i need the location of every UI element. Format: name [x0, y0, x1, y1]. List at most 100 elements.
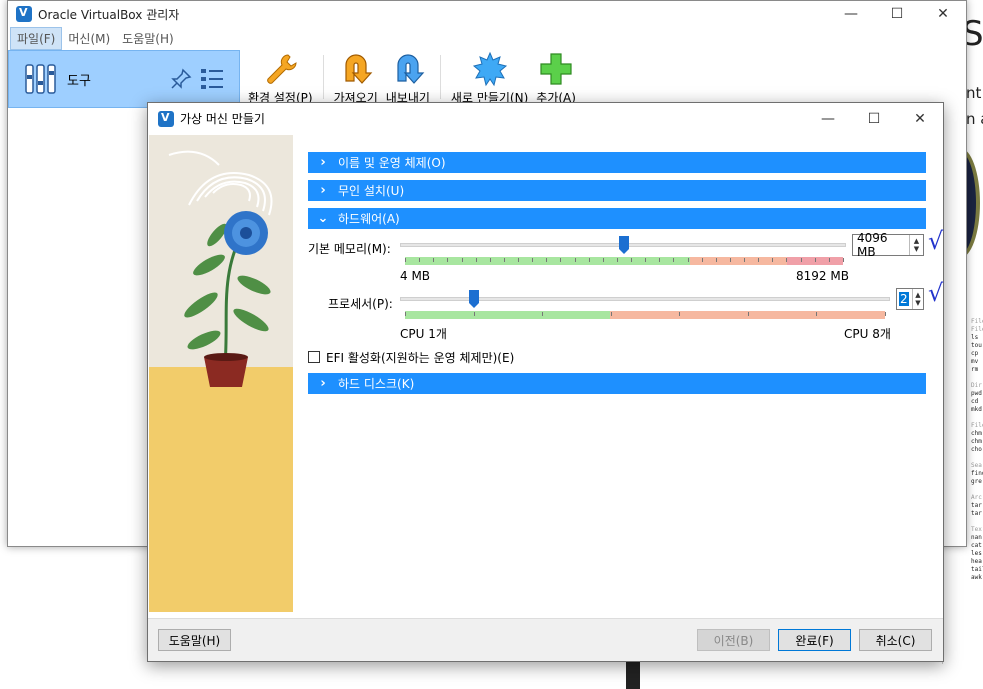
close-button[interactable]: ✕ [897, 103, 943, 134]
maximize-button[interactable]: ☐ [874, 1, 920, 27]
slider-tick [631, 258, 633, 262]
slider-tick [772, 258, 774, 262]
memory-slider-thumb[interactable] [618, 236, 629, 254]
new-vm-button[interactable]: 새로 만들기(N) [447, 51, 532, 107]
manager-titlebar: Oracle VirtualBox 관리자 — ☐ ✕ [8, 1, 966, 27]
add-button[interactable]: 추가(A) [532, 51, 580, 107]
menu-help[interactable]: 도움말(H) [116, 28, 180, 49]
slider-tick [473, 312, 475, 316]
export-button[interactable]: 내보내기 [382, 51, 434, 107]
chevron-right-icon: › [320, 376, 326, 391]
slider-tick [747, 312, 749, 316]
export-icon [397, 54, 425, 84]
slider-tick [419, 258, 421, 262]
back-button[interactable]: 이전(B) [697, 629, 770, 651]
annotation-check: √ [928, 227, 944, 255]
maximize-button[interactable]: ☐ [851, 103, 897, 134]
memory-spinbox[interactable]: 4096 MB ▲ ▼ [852, 231, 924, 259]
annotation-check: √ [928, 279, 944, 307]
tools-icon [25, 64, 56, 94]
section-hard-disk[interactable]: › 하드 디스크(K) [308, 373, 926, 394]
section-label: 이름 및 운영 체제(O) [338, 156, 446, 170]
background-text: n a [966, 110, 983, 128]
cheatsheet-line: hea [971, 558, 982, 565]
slider-tick [715, 258, 717, 262]
slider-tick [447, 258, 449, 262]
efi-checkbox[interactable] [308, 351, 320, 363]
import-button[interactable]: 가져오기 [330, 51, 382, 107]
processor-row: 프로세서(P): CPU 1개 CPU 8개 2 ▲ ▼ √ [308, 279, 943, 343]
pin-icon[interactable] [169, 67, 193, 91]
sidebar-item-label: 도구 [67, 73, 91, 89]
finish-button[interactable]: 완료(F) [778, 629, 851, 651]
menu-machine[interactable]: 머신(M) [62, 28, 116, 49]
memory-row: 기본 메모리(M): 4 MB 8192 MB 4096 MB ▲ ▼ √ [308, 227, 943, 283]
efi-checkbox-row[interactable]: EFI 활성화(지원하는 운영 체제만)(E) [308, 347, 926, 367]
slider-tick [475, 258, 477, 262]
slider-tick [503, 258, 505, 262]
manager-title: Oracle VirtualBox 관리자 [38, 7, 180, 22]
slider-tick [602, 258, 604, 262]
virtualbox-icon [158, 110, 174, 127]
add-icon [540, 53, 572, 85]
section-hardware[interactable]: ⌄ 하드웨어(A) [308, 208, 926, 229]
section-label: 하드웨어(A) [338, 212, 400, 226]
create-vm-dialog: 가상 머신 만들기 — ☐ ✕ [147, 102, 944, 662]
memory-scale [405, 257, 843, 265]
manager-toolbar: 환경 설정(P) 가져오기 내보내기 새로 만들기(N) 추가(A) [244, 51, 580, 107]
dialog-body: › 이름 및 운영 체제(O) › 무인 설치(U) ⌄ 하드웨어(A) 기본 … [148, 134, 943, 618]
memory-value: 4096 MB [857, 231, 888, 259]
list-view-icon[interactable] [199, 66, 225, 92]
minimize-button[interactable]: — [828, 1, 874, 27]
background-text: nt [966, 84, 982, 102]
menu-file[interactable]: 파일(F) [10, 26, 63, 50]
slider-tick [532, 258, 534, 262]
spin-arrows-icon[interactable]: ▲ ▼ [912, 289, 923, 309]
slider-tick [405, 258, 406, 262]
slider-tick [433, 258, 435, 262]
memory-label: 기본 메모리(M): [308, 242, 391, 256]
chevron-down-icon: ⌄ [317, 211, 329, 226]
help-button[interactable]: 도움말(H) [158, 629, 231, 651]
background-bar [626, 662, 640, 689]
chevron-right-icon: › [320, 155, 326, 170]
section-name-os[interactable]: › 이름 및 운영 체제(O) [308, 152, 926, 173]
processor-spinbox[interactable]: 2 ▲ ▼ [896, 288, 924, 310]
cancel-button[interactable]: 취소(C) [859, 629, 932, 651]
close-button[interactable]: ✕ [920, 1, 966, 27]
slider-tick [679, 312, 681, 316]
slider-tick [574, 258, 576, 262]
processor-scale [405, 311, 885, 319]
slider-tick [645, 258, 647, 262]
slider-tick [816, 312, 818, 316]
sidebar-item-tools[interactable]: 도구 [8, 50, 240, 108]
slider-tick [673, 258, 675, 262]
slider-tick [786, 258, 788, 262]
preferences-button[interactable]: 환경 설정(P) [244, 51, 317, 107]
manager-menubar: 파일(F) 머신(M) 도움말(H) [8, 26, 966, 50]
processor-min-label: CPU 1개 [400, 327, 447, 341]
slider-tick [885, 312, 886, 316]
slider-tick [560, 258, 562, 262]
slider-tick [758, 258, 760, 262]
section-label: 하드 디스크(K) [338, 377, 415, 391]
minimize-button[interactable]: — [805, 103, 851, 134]
toolbar-separator [439, 55, 441, 99]
slider-tick [800, 258, 802, 262]
import-icon [345, 54, 373, 84]
slider-tick [489, 258, 491, 262]
virtualbox-icon [16, 6, 32, 22]
slider-tick [546, 258, 548, 262]
slider-tick [843, 258, 844, 262]
dialog-content: › 이름 및 운영 체제(O) › 무인 설치(U) ⌄ 하드웨어(A) 기본 … [308, 152, 943, 401]
dialog-title: 가상 머신 만들기 [180, 112, 265, 126]
processor-label: 프로세서(P): [328, 297, 393, 311]
section-unattended[interactable]: › 무인 설치(U) [308, 180, 926, 201]
memory-min-label: 4 MB [400, 269, 431, 283]
processor-slider-thumb[interactable] [468, 290, 479, 308]
slider-tick [659, 258, 661, 262]
cheatsheet-line: les [971, 550, 982, 557]
slider-tick [405, 312, 406, 316]
spin-arrows-icon[interactable]: ▲ ▼ [909, 235, 923, 255]
wrench-icon [267, 54, 297, 84]
